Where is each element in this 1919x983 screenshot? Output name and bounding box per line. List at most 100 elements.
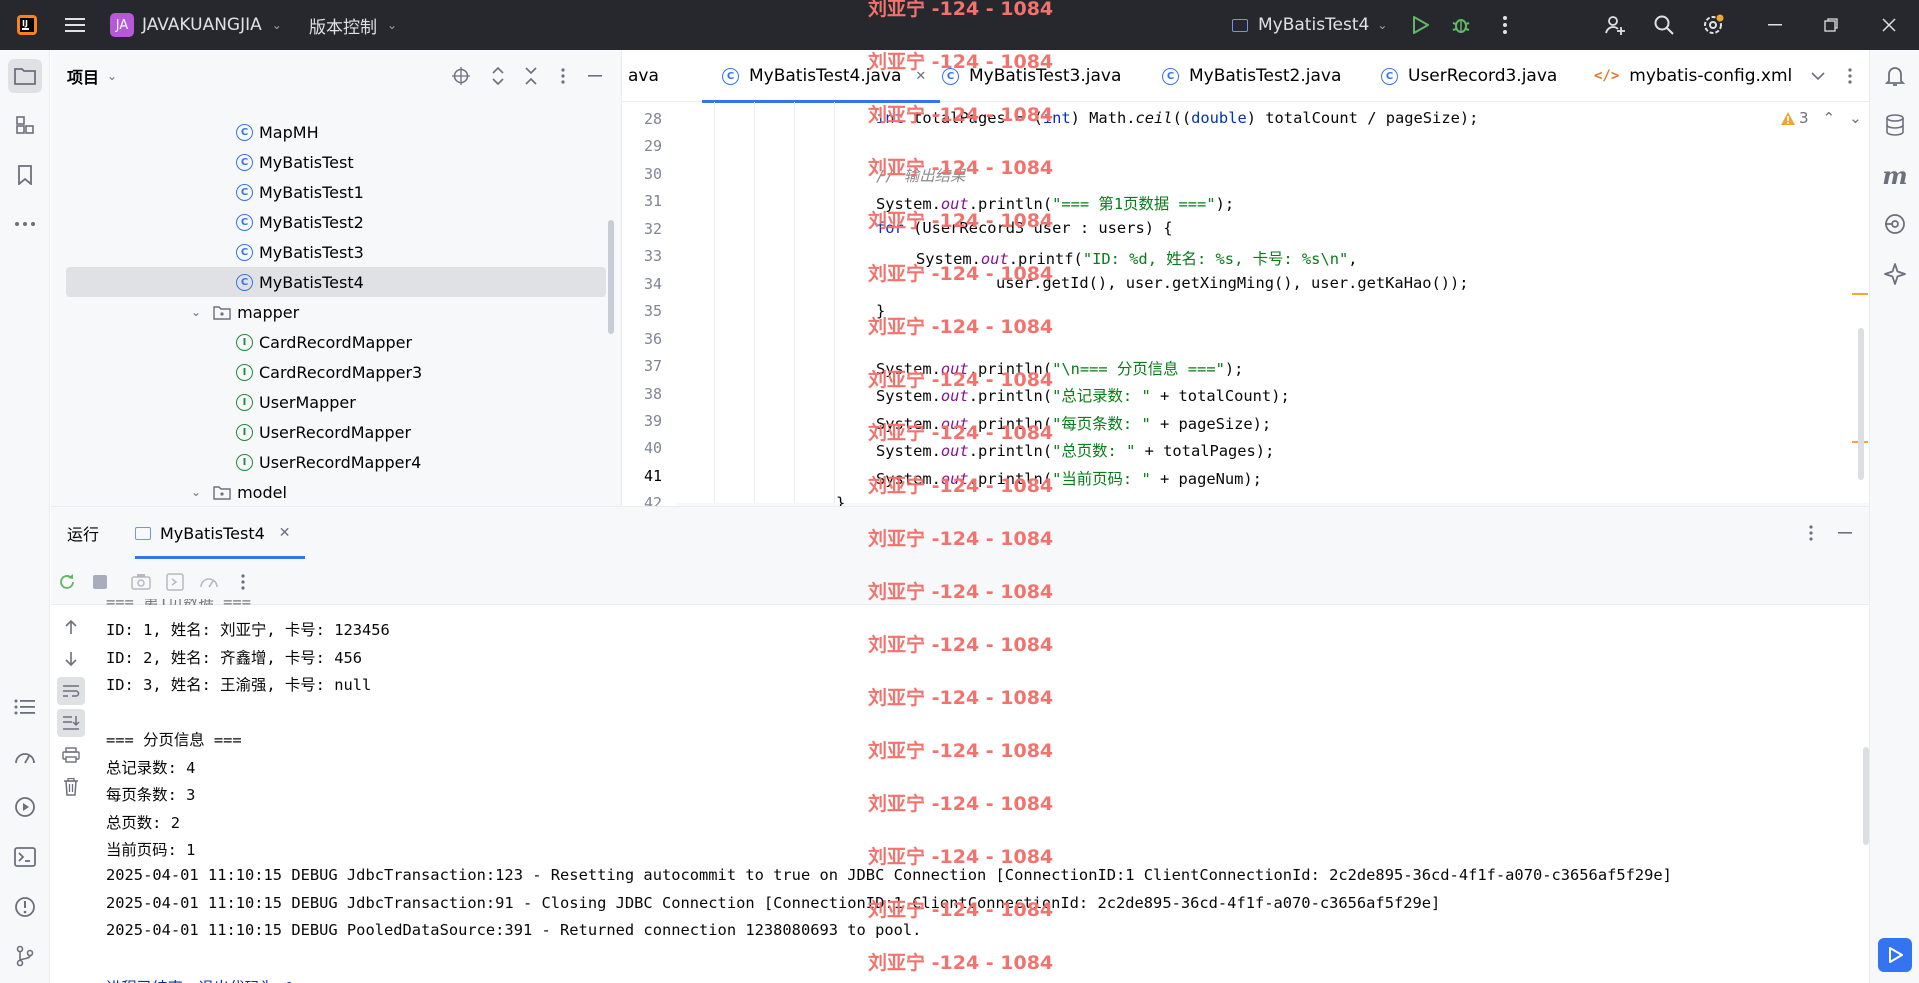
- run-tab[interactable]: MyBatisTest4 ✕: [135, 507, 355, 559]
- run-options-icon[interactable]: [1801, 523, 1821, 543]
- vcs-menu[interactable]: 版本控制 ⌄: [309, 0, 397, 50]
- interface-icon: I: [236, 453, 253, 471]
- code-line-33: System.out.printf("ID: %d, 姓名: %s, 卡号: %…: [916, 250, 1358, 268]
- minimize-window-icon[interactable]: [1760, 0, 1790, 50]
- project-switcher[interactable]: JA JAVAKUANGJIA ⌄: [110, 0, 282, 50]
- scroll-down-icon[interactable]: [57, 645, 85, 673]
- tree-item[interactable]: I CardRecordMapper: [51, 327, 606, 357]
- code-line-35: }: [876, 302, 886, 320]
- close-tab-icon[interactable]: ✕: [279, 525, 291, 541]
- structure-tool-icon[interactable]: [8, 108, 42, 142]
- code-line-32: for (UserRecord3 user : users) {: [876, 219, 1173, 237]
- tree-item[interactable]: C MyBatisTest4: [66, 267, 606, 297]
- locate-target-icon[interactable]: [451, 66, 471, 86]
- tree-item[interactable]: C MapMH: [51, 117, 606, 147]
- panel-options-icon[interactable]: [553, 66, 573, 86]
- tree-item[interactable]: I UserRecordMapper: [51, 417, 606, 447]
- editor-tab[interactable]: C UserRecord3.java: [1361, 50, 1571, 102]
- editor-tab[interactable]: C MyBatisTest4.java ✕: [702, 50, 941, 103]
- tree-item-label: MapMH: [259, 122, 319, 142]
- class-icon: C: [1381, 67, 1398, 85]
- exit-icon[interactable]: [161, 568, 189, 596]
- run-widget-icon[interactable]: [1878, 938, 1912, 972]
- console-scrollbar[interactable]: [1863, 747, 1869, 845]
- project-tool-icon[interactable]: [8, 59, 42, 93]
- coverage-icon[interactable]: [195, 568, 223, 596]
- add-user-icon[interactable]: [1600, 0, 1630, 50]
- tree-scrollbar[interactable]: [608, 220, 614, 334]
- tab-options-icon[interactable]: [1840, 66, 1860, 86]
- services-icon[interactable]: [8, 790, 42, 824]
- tree-folder-mapper[interactable]: ⌄ mapper: [51, 297, 606, 327]
- collapse-all-icon[interactable]: [521, 66, 541, 86]
- editor-tab[interactable]: C MyBatisTest3.java: [922, 50, 1135, 102]
- warning-marker[interactable]: [1852, 293, 1868, 295]
- project-panel-title: 项目: [67, 68, 100, 87]
- debug-button[interactable]: [1445, 0, 1477, 50]
- console-line: 当前页码: 1: [106, 841, 196, 860]
- endpoints-icon[interactable]: [1878, 207, 1912, 241]
- more-actions-icon[interactable]: [1490, 0, 1520, 50]
- chevron-down-icon[interactable]: ⌄: [191, 485, 201, 499]
- git-icon[interactable]: [8, 939, 42, 973]
- bookmarks-icon[interactable]: [8, 158, 42, 192]
- tree-item[interactable]: I UserRecordMapper4: [51, 447, 606, 477]
- tree-item[interactable]: C MyBatisTest3: [51, 237, 606, 267]
- problems-icon[interactable]: [8, 890, 42, 924]
- hide-run-panel-icon[interactable]: [1835, 523, 1855, 543]
- run-config-selector[interactable]: MyBatisTest4 ⌄: [1232, 0, 1387, 50]
- project-panel-header[interactable]: 项目 ⌄: [67, 50, 117, 102]
- scroll-up-icon[interactable]: [57, 613, 85, 641]
- tree-item-label: CardRecordMapper3: [259, 362, 423, 382]
- print-icon[interactable]: [57, 741, 85, 769]
- tree-item[interactable]: C MyBatisTest: [51, 147, 606, 177]
- settings-gear-icon[interactable]: [1698, 0, 1728, 50]
- hide-panel-icon[interactable]: [585, 66, 605, 86]
- expand-all-icon[interactable]: [488, 66, 508, 86]
- tree-item[interactable]: I CardRecordMapper3: [51, 357, 606, 387]
- console-side-toolbar: [51, 605, 91, 983]
- soft-wrap-icon[interactable]: [57, 677, 85, 705]
- close-window-icon[interactable]: [1874, 0, 1904, 50]
- console-line: 总页数: 2: [106, 813, 180, 832]
- tree-item[interactable]: C MyBatisTest2: [51, 207, 606, 237]
- inspection-widget[interactable]: 3 ⌃ ⌄: [1780, 109, 1862, 127]
- tabs-dropdown-icon[interactable]: [1808, 66, 1828, 86]
- toolbar-more-icon[interactable]: [229, 568, 257, 596]
- editor-tab[interactable]: ava: [624, 50, 673, 102]
- editor-tab-label: MyBatisTest3.java: [969, 66, 1122, 86]
- dump-threads-icon[interactable]: [127, 568, 155, 596]
- clear-trash-icon[interactable]: [57, 773, 85, 801]
- ide-logo-icon[interactable]: IJ: [12, 0, 42, 50]
- profiler-icon[interactable]: [8, 740, 42, 774]
- terminal-icon[interactable]: [8, 840, 42, 874]
- maven-icon[interactable]: m: [1878, 158, 1912, 192]
- tree-folder-model[interactable]: ⌄ model: [51, 477, 606, 506]
- notifications-bell-icon[interactable]: [1878, 59, 1912, 93]
- app-config-icon: [135, 526, 151, 540]
- database-icon[interactable]: [1878, 108, 1912, 142]
- search-icon[interactable]: [1649, 0, 1679, 50]
- run-button[interactable]: [1404, 0, 1436, 50]
- console-line: 每页条数: 3: [106, 786, 196, 805]
- xml-file-icon: </>: [1594, 68, 1620, 84]
- editor-tab[interactable]: C MyBatisTest2.java: [1142, 50, 1355, 102]
- scroll-to-end-icon[interactable]: [57, 709, 85, 737]
- warning-triangle-icon: [1781, 111, 1795, 125]
- chevron-down-icon[interactable]: ⌄: [191, 305, 201, 319]
- restore-window-icon[interactable]: [1816, 0, 1846, 50]
- tree-item[interactable]: I UserMapper: [51, 387, 606, 417]
- run-panel-header: 运行 MyBatisTest4 ✕: [51, 507, 1869, 559]
- tree-item[interactable]: C MyBatisTest1: [51, 177, 606, 207]
- editor-tab[interactable]: </> mybatis-config.xml: [1574, 50, 1806, 102]
- editor-scrollbar[interactable]: [1858, 328, 1864, 480]
- editor-tab-bar: ava C MyBatisTest4.java ✕ C MyBatisTest3.java…: [622, 50, 1869, 103]
- stop-icon[interactable]: [86, 568, 114, 596]
- todo-list-icon[interactable]: [8, 690, 42, 724]
- main-menu-icon[interactable]: [60, 0, 90, 50]
- rerun-icon[interactable]: [53, 568, 81, 596]
- chevron-down-icon: ⌄: [107, 69, 118, 83]
- ai-assistant-icon[interactable]: [1878, 257, 1912, 291]
- more-tools-icon[interactable]: [8, 207, 42, 241]
- tree-item-label: mapper: [237, 302, 300, 322]
